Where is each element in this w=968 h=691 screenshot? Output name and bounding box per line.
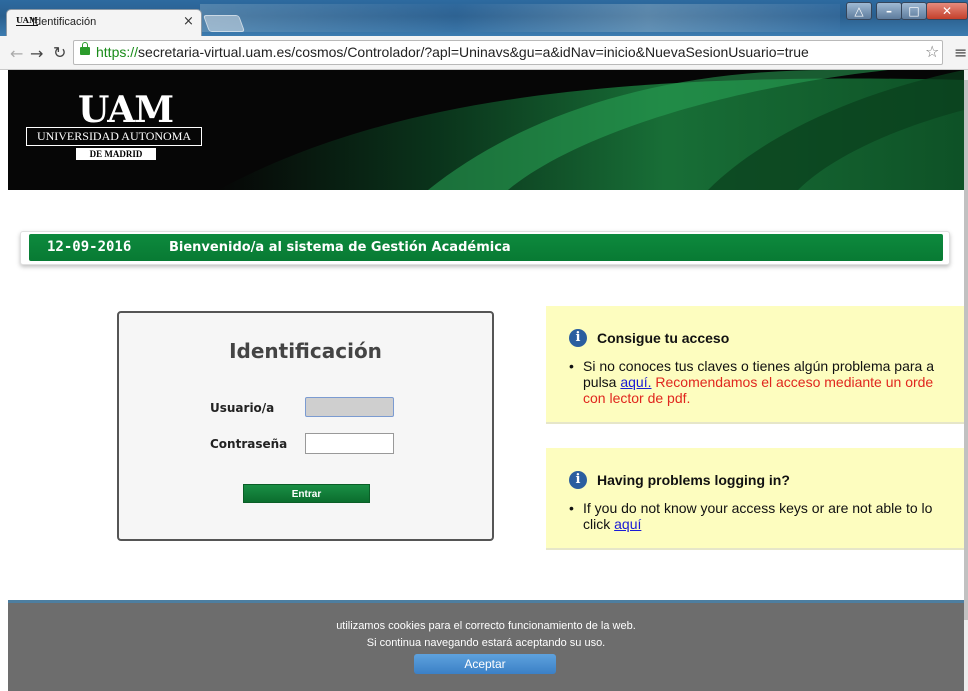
minimize-icon: – (886, 4, 892, 18)
logo-name: UNIVERSIDAD AUTONOMA (26, 127, 202, 146)
bullet-icon: • (569, 358, 574, 374)
vertical-scrollbar[interactable] (964, 70, 968, 691)
login-form: Identificación Usuario/a Contraseña Entr… (117, 311, 494, 541)
access-recommendation: Recomendamos el acceso mediante un orde (651, 374, 934, 390)
url-scheme: https:// (96, 44, 139, 60)
url-path: secretaria-virtual.uam.es/cosmos/Control… (138, 44, 809, 60)
welcome-bar: 12-09-2016 Bienvenido/a al sistema de Ge… (29, 234, 943, 261)
login-problems-link[interactable]: aquí (614, 516, 641, 532)
cookie-text-line2: Si continua navegando estará aceptando s… (366, 637, 606, 649)
url-text[interactable]: https://secretaria-virtual.uam.es/cosmos… (96, 44, 809, 60)
login-submit-button[interactable]: Entrar (243, 484, 370, 503)
access-info-box: i Consigue tu acceso • Si no conoces tus… (546, 306, 964, 424)
welcome-date: 12-09-2016 (47, 239, 132, 255)
cookie-banner: utilizamos cookies para el correcto func… (8, 600, 964, 691)
new-tab-button[interactable] (202, 15, 246, 32)
access-info-line1: Si no conoces tus claves o tienes algún … (583, 358, 934, 374)
browser-tab-active[interactable]: UAM Identificación × (6, 9, 202, 36)
close-icon: ✕ (941, 4, 953, 18)
cookie-accept-button[interactable]: Aceptar (414, 654, 556, 674)
window-close-button[interactable]: ✕ (926, 2, 968, 20)
header-banner: UAM UNIVERSIDAD AUTONOMA DE MADRID (8, 70, 964, 190)
lock-icon (80, 42, 90, 55)
access-info-heading: Consigue tu acceso (597, 330, 730, 346)
tab-close-icon[interactable]: × (183, 14, 194, 29)
star-icon[interactable]: ☆ (925, 42, 939, 61)
password-input[interactable] (305, 433, 394, 454)
access-info-line3: con lector de pdf. (583, 390, 691, 406)
browser-titlebar: UAM Identificación × △ – □ ✕ (0, 0, 968, 36)
bullet-icon: • (569, 500, 574, 516)
username-label: Usuario/a (210, 401, 275, 415)
maximize-icon: □ (908, 4, 920, 18)
info-icon: i (569, 329, 587, 347)
username-input[interactable] (305, 397, 394, 417)
window-minimize-button[interactable]: – (876, 2, 902, 20)
login-title: Identificación (229, 339, 382, 363)
info-icon: i (569, 471, 587, 489)
password-label: Contraseña (210, 437, 288, 451)
window-maximize-button[interactable]: □ (901, 2, 927, 20)
logo-mark: UAM (78, 89, 174, 131)
login-problems-click: click (583, 516, 615, 532)
titlebar-background (200, 4, 840, 32)
window-user-button[interactable]: △ (846, 2, 872, 20)
login-problems-box: i Having problems logging in? • If you d… (546, 448, 964, 550)
login-problems-heading: Having problems logging in? (597, 472, 790, 488)
logo-city: DE MADRID (76, 148, 156, 160)
user-icon: △ (854, 4, 864, 18)
access-info-pulsa: pulsa (583, 374, 621, 390)
tab-title: Identificación (32, 16, 97, 28)
browser-toolbar: ← → ↻ https://secretaria-virtual.uam.es/… (0, 36, 968, 70)
login-problems-line1: If you do not know your access keys or a… (583, 500, 933, 516)
access-help-link[interactable]: aquí. (620, 374, 651, 390)
menu-icon[interactable]: ≡ (954, 43, 967, 62)
address-bar[interactable]: https://secretaria-virtual.uam.es/cosmos… (73, 40, 943, 65)
access-info-line2: pulsa aquí. Recomendamos el acceso media… (583, 374, 933, 390)
page-content: UAM UNIVERSIDAD AUTONOMA DE MADRID 12-09… (0, 70, 964, 691)
reload-icon[interactable]: ↻ (53, 43, 66, 62)
back-icon[interactable]: ← (10, 44, 23, 63)
cookie-text-line1: utilizamos cookies para el correcto func… (336, 620, 636, 632)
scrollbar-thumb[interactable] (964, 80, 968, 620)
welcome-message: Bienvenido/a al sistema de Gestión Acadé… (169, 240, 511, 255)
forward-icon[interactable]: → (30, 44, 43, 63)
welcome-panel: 12-09-2016 Bienvenido/a al sistema de Ge… (20, 231, 950, 265)
login-problems-line2: click aquí (583, 516, 641, 532)
